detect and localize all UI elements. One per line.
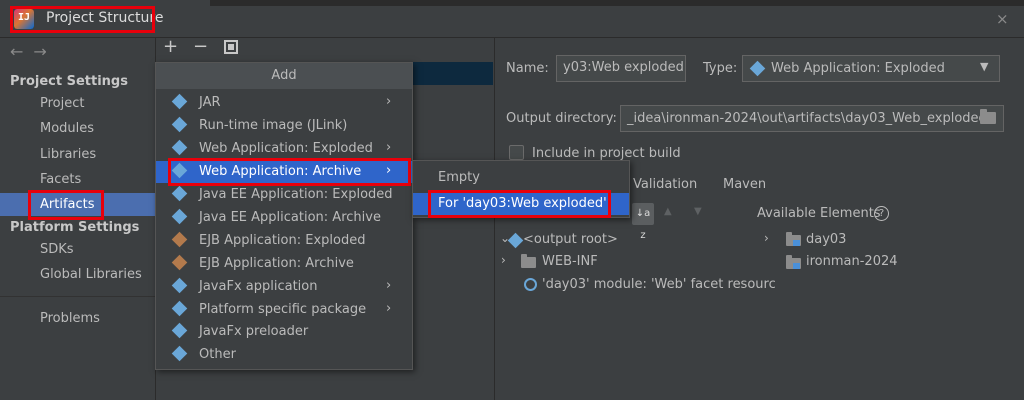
nav-item-project[interactable]: Project [40, 96, 84, 111]
folder-icon [521, 254, 536, 268]
menu-item-ejb-exploded[interactable]: EJB Application: Exploded [156, 230, 412, 252]
menu-item-label: EJB Application: Archive [199, 256, 354, 271]
forward-arrow-icon[interactable]: → [33, 42, 46, 61]
chevron-down-icon[interactable]: ▼ [980, 60, 988, 73]
artifact-type-icon [171, 322, 188, 339]
menu-item-jar[interactable]: JAR › [156, 92, 412, 114]
include-in-build-checkbox[interactable] [509, 145, 524, 160]
tab-validation[interactable]: Validation [633, 177, 697, 192]
tree-item-web-inf[interactable]: WEB-INF [542, 254, 598, 269]
browse-folder-icon[interactable] [980, 109, 996, 124]
module-folder-icon [786, 232, 801, 246]
menu-item-label: JAR [199, 95, 221, 110]
submenu-arrow-icon: › [386, 278, 392, 293]
menu-item-ejb-archive[interactable]: EJB Application: Archive [156, 253, 412, 275]
platform-settings-header: Platform Settings [10, 220, 140, 235]
add-artifact-button[interactable]: + [163, 36, 178, 57]
menu-item-web-exploded[interactable]: Web Application: Exploded › [156, 138, 412, 160]
include-in-build-label[interactable]: Include in project build [532, 146, 681, 161]
submenu-item-empty[interactable]: Empty [438, 170, 480, 185]
nav-arrows: ← → [10, 42, 57, 61]
help-icon[interactable]: ? [874, 206, 889, 221]
web-archive-highlight-box [168, 158, 411, 186]
sort-alphabetically-icon[interactable]: ↓a z [632, 203, 654, 241]
move-down-icon[interactable]: ▼ [694, 206, 702, 217]
artifact-type-icon [171, 277, 188, 294]
nav-item-libraries[interactable]: Libraries [40, 147, 96, 162]
artifact-type-icon [171, 185, 188, 202]
tree-collapse-chevron-icon[interactable]: › [764, 231, 769, 246]
artifact-list-selected-row[interactable] [413, 62, 493, 85]
nav-item-problems[interactable]: Problems [40, 311, 100, 326]
menu-item-platform-package[interactable]: Platform specific package › [156, 299, 412, 321]
title-highlight-box [10, 6, 155, 33]
module-folder-icon [786, 255, 801, 269]
menu-item-label: Other [199, 347, 236, 362]
web-facet-icon [524, 278, 537, 291]
submenu-arrow-icon: › [386, 140, 392, 155]
artifact-type-icon [171, 208, 188, 225]
menu-item-other[interactable]: Other [156, 344, 412, 366]
type-label: Type: [703, 61, 738, 76]
artifacts-highlight-box [28, 190, 104, 220]
menu-item-label: Web Application: Exploded [199, 141, 373, 156]
menu-item-label: EJB Application: Exploded [199, 233, 366, 248]
menu-item-label: JavaFx preloader [199, 324, 309, 339]
tree-item-output-root[interactable]: <output root> [523, 232, 618, 247]
for-day03-highlight-box [428, 190, 611, 218]
tree-item-web-facet-resources[interactable]: 'day03' module: 'Web' facet resourc [542, 277, 776, 292]
submenu-arrow-icon: › [386, 94, 392, 109]
artifact-type-icon [171, 93, 188, 110]
nav-item-facets[interactable]: Facets [40, 172, 81, 187]
available-item-ironman-2024[interactable]: ironman-2024 [806, 254, 898, 269]
type-select[interactable]: Web Application: Exploded [742, 55, 1000, 82]
copy-icon[interactable] [224, 40, 238, 54]
artifact-type-icon [171, 139, 188, 156]
back-arrow-icon[interactable]: ← [10, 42, 23, 61]
output-directory-label: Output directory: [506, 111, 617, 126]
output-directory-field[interactable]: _idea\ironman-2024\out\artifacts\day03_W… [620, 105, 1004, 132]
menu-item-label: JavaFx application [199, 279, 318, 294]
menu-item-label: Platform specific package [199, 302, 367, 317]
name-label: Name: [506, 61, 549, 76]
menu-item-label: Run-time image (JLink) [199, 118, 348, 133]
editor-background-strip [210, 0, 1024, 6]
menu-item-javaee-exploded[interactable]: Java EE Application: Exploded [156, 184, 412, 206]
name-field[interactable]: y03:Web exploded [556, 55, 686, 82]
pane-divider[interactable] [494, 38, 495, 400]
menu-item-javafx-preloader[interactable]: JavaFx preloader [156, 321, 412, 343]
nav-item-sdks[interactable]: SDKs [40, 242, 74, 257]
nav-separator [0, 296, 155, 297]
move-up-icon[interactable]: ▲ [664, 206, 672, 217]
ejb-type-icon [171, 254, 188, 271]
close-icon[interactable]: × [996, 10, 1009, 28]
artifact-type-icon [171, 116, 188, 133]
available-item-day03[interactable]: day03 [806, 232, 846, 247]
remove-artifact-button[interactable]: − [193, 36, 208, 57]
tab-maven[interactable]: Maven [723, 177, 766, 192]
tree-collapse-chevron-icon[interactable]: › [501, 253, 506, 268]
menu-item-label: Java EE Application: Exploded [199, 187, 393, 202]
menu-item-javaee-archive[interactable]: Java EE Application: Archive [156, 207, 412, 229]
project-settings-header: Project Settings [10, 74, 128, 89]
menu-item-label: Java EE Application: Archive [199, 210, 381, 225]
nav-item-global-libraries[interactable]: Global Libraries [40, 267, 142, 282]
submenu-arrow-icon: › [386, 301, 392, 316]
available-elements-label: Available Elements [757, 206, 881, 221]
nav-item-modules[interactable]: Modules [40, 121, 94, 136]
artifact-type-icon [171, 300, 188, 317]
artifact-type-icon [171, 345, 188, 362]
ejb-type-icon [171, 231, 188, 248]
menu-item-runtime-image[interactable]: Run-time image (JLink) [156, 115, 412, 137]
add-popup-header: Add [156, 63, 412, 89]
menu-item-javafx-application[interactable]: JavaFx application › [156, 276, 412, 298]
